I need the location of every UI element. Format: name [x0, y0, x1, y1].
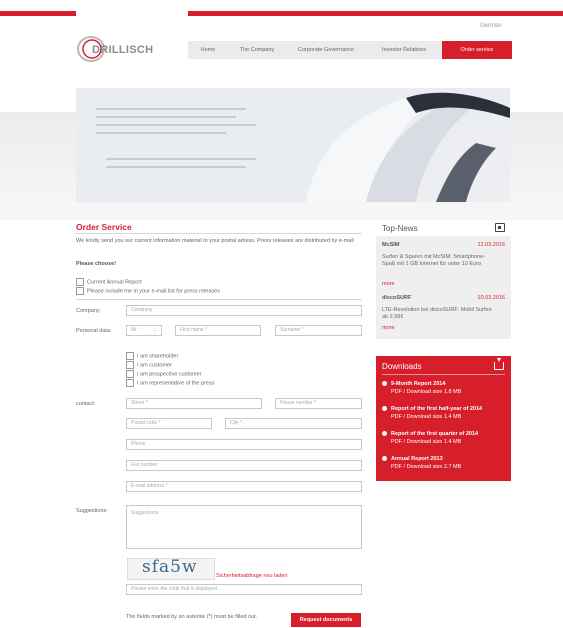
role-customer[interactable]: I am customer: [126, 361, 172, 369]
captcha-reload-link[interactable]: Sicherheitsabfrage neu laden: [216, 573, 288, 580]
chevron-down-icon: ⌄: [152, 327, 157, 333]
main-nav: Home The Company Corporate Governance In…: [188, 41, 512, 59]
checkbox[interactable]: [126, 370, 134, 378]
top-news-box: McSIM 12.03.2016 Surfen & Sparen mit McS…: [376, 236, 511, 339]
title-divider: [76, 233, 362, 234]
downloads-divider: [382, 374, 505, 375]
section-divider: [76, 299, 362, 300]
role-press[interactable]: I am representative of the press: [126, 379, 214, 387]
choose-label: Please choose!: [76, 261, 117, 267]
captcha-code: sfa5w: [142, 557, 198, 577]
fax-input[interactable]: Fax number: [126, 460, 362, 471]
top-accent-right: [188, 11, 563, 16]
download-meta: PDF / Download size 2.7 MB: [391, 464, 462, 470]
download-item[interactable]: Report of the first quarter of 2014: [382, 431, 478, 438]
salutation-select[interactable]: Mr ⌄: [126, 325, 162, 336]
news-name[interactable]: McSIM: [382, 242, 399, 248]
role-label: I am shareholder: [137, 353, 179, 360]
language-switch[interactable]: German: [480, 23, 502, 29]
option-label: Please include me in your e-mail list fo…: [87, 288, 220, 295]
role-shareholder[interactable]: I am shareholder: [126, 352, 178, 360]
intro-text: We kindly send you our current informati…: [76, 238, 354, 244]
checkbox[interactable]: [126, 379, 134, 387]
checkbox[interactable]: [126, 361, 134, 369]
checkbox[interactable]: [126, 352, 134, 360]
news-date: 10.03.2016: [477, 295, 505, 301]
phone-input[interactable]: Phone: [126, 439, 362, 450]
nav-investor-relations[interactable]: Investor Relations: [366, 41, 442, 59]
role-label: I am representative of the press: [137, 380, 215, 387]
top-accent-left: [0, 11, 76, 16]
first-name-input[interactable]: First name *: [175, 325, 261, 336]
request-documents-button[interactable]: Request documents: [291, 613, 361, 627]
captcha-input[interactable]: Please enter the code that is displayed: [126, 584, 362, 595]
bullet-icon: [382, 431, 387, 437]
suggestions-label: Suggestions:: [76, 508, 108, 514]
house-number-input[interactable]: House number *: [275, 398, 362, 409]
download-item[interactable]: Report of the first half-year of 2014: [382, 406, 482, 413]
personal-data-label: Personal data:: [76, 328, 112, 334]
option-annual-report[interactable]: Current Annual Report: [76, 278, 142, 286]
download-title: Report of the first half-year of 2014: [391, 406, 483, 412]
checkbox[interactable]: [76, 278, 84, 286]
street-input[interactable]: Street *: [126, 398, 262, 409]
news-name[interactable]: discoSURF: [382, 295, 411, 301]
news-text: Surfen & Sparen mit McSIM: Smartphone-Sp…: [382, 254, 486, 267]
logo-wordmark: DRILLISCH: [92, 44, 154, 56]
news-text: LTE-Revolution bei discoSURF: Mobil Surf…: [382, 307, 492, 320]
salutation-value: Mr: [131, 327, 137, 333]
company-label: Company:: [76, 308, 102, 314]
nav-home[interactable]: Home: [188, 41, 228, 59]
required-note: The fields marked by an asterisk (*) mus…: [126, 614, 258, 620]
download-meta: PDF / Download size 1.4 MB: [391, 414, 462, 420]
download-item[interactable]: 9-Month Report 2014: [382, 381, 445, 388]
company-input[interactable]: Company: [126, 305, 362, 316]
hero-image: [76, 88, 510, 202]
nav-order-service[interactable]: Order service: [442, 41, 512, 59]
download-arrow: [497, 358, 501, 362]
city-input[interactable]: City *: [225, 418, 362, 429]
postal-code-input[interactable]: Postal code *: [126, 418, 212, 429]
news-more-link[interactable]: more: [382, 281, 395, 287]
download-title: 9-Month Report 2014: [391, 381, 446, 387]
download-title: Report of the first quarter of 2014: [391, 431, 479, 437]
bullet-icon: [382, 456, 387, 462]
surname-input[interactable]: Surname *: [275, 325, 362, 336]
captcha-image: sfa5w: [127, 557, 215, 580]
download-tray-icon: [494, 358, 504, 370]
suggestions-textarea[interactable]: Suggestions: [126, 505, 362, 549]
download-item[interactable]: Annual Report 2013: [382, 456, 443, 463]
downloads-title: Downloads: [382, 362, 422, 371]
news-icon-detail: [498, 226, 501, 229]
news-icon: [495, 223, 505, 232]
role-label: I am customer: [137, 362, 172, 369]
download-meta: PDF / Download size 1.4 MB: [391, 439, 462, 445]
news-more-link[interactable]: more: [382, 325, 395, 331]
checkbox[interactable]: [76, 287, 84, 295]
option-press-list[interactable]: Please include me in your e-mail list fo…: [76, 287, 220, 295]
page-title: Order Service: [76, 222, 132, 232]
option-label: Current Annual Report: [87, 279, 142, 286]
bullet-icon: [382, 406, 387, 412]
contact-label: contact:: [76, 401, 96, 407]
role-prospective[interactable]: I am prospective customer: [126, 370, 202, 378]
nav-governance[interactable]: Corporate Governance: [286, 41, 366, 59]
bullet-icon: [382, 381, 387, 387]
nav-company[interactable]: The Company: [228, 41, 286, 59]
top-news-title: Top-News: [382, 224, 418, 233]
download-meta: PDF / Download size 1.8 MB: [391, 389, 462, 395]
role-label: I am prospective customer: [137, 371, 202, 378]
email-input[interactable]: E-mail address *: [126, 481, 362, 492]
download-title: Annual Report 2013: [391, 456, 443, 462]
downloads-box: Downloads 9-Month Report 2014 PDF / Down…: [376, 356, 511, 481]
news-date: 12.03.2016: [477, 242, 505, 248]
